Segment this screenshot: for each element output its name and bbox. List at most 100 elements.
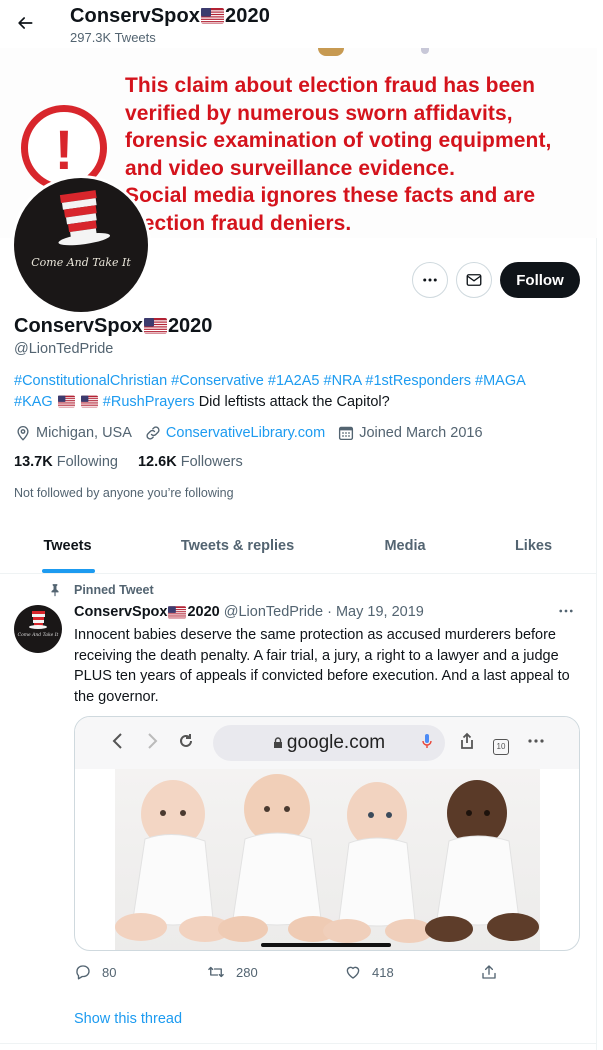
profile-tabs: Tweets Tweets & replies Media Likes bbox=[0, 518, 597, 574]
tweet-separator: · bbox=[327, 604, 332, 620]
home-indicator bbox=[261, 943, 391, 947]
pinned-label-text: Pinned Tweet bbox=[74, 583, 154, 597]
pin-icon bbox=[51, 584, 59, 597]
share-icon bbox=[459, 732, 475, 754]
share-button[interactable] bbox=[480, 963, 508, 981]
reply-icon bbox=[76, 965, 90, 980]
location: Michigan, USA bbox=[14, 424, 132, 442]
reply-button[interactable]: 80 bbox=[74, 963, 116, 981]
show-thread-link[interactable]: Show this thread bbox=[74, 1011, 182, 1027]
chevron-right-icon bbox=[145, 732, 159, 754]
following-count: 13.7K bbox=[14, 454, 53, 470]
tweet-author-handle[interactable]: @LionTedPride bbox=[224, 604, 323, 620]
location-pin-icon bbox=[17, 426, 29, 441]
avatar-caption: Come And Take It bbox=[31, 256, 131, 269]
location-text: Michigan, USA bbox=[36, 425, 132, 441]
heart-icon bbox=[346, 966, 360, 979]
retweet-button[interactable]: 280 bbox=[206, 963, 258, 981]
tweet-more-button[interactable] bbox=[557, 602, 575, 624]
active-tab-indicator bbox=[42, 569, 95, 573]
tweet-header: ConservSpox 2020 @LionTedPride · May 19,… bbox=[74, 604, 579, 620]
lock-icon bbox=[273, 737, 282, 748]
tweet-avatar[interactable]: Come And Take It bbox=[14, 605, 62, 653]
followers-label: Followers bbox=[180, 454, 243, 470]
profile-meta: Michigan, USA ConservativeLibrary.com Jo… bbox=[14, 424, 495, 442]
like-button[interactable]: 418 bbox=[344, 963, 394, 981]
profile-avatar[interactable]: Come And Take It bbox=[11, 175, 151, 315]
following-stat[interactable]: 13.7K Following bbox=[14, 454, 118, 470]
us-flag-icon bbox=[201, 8, 225, 24]
envelope-icon bbox=[466, 274, 482, 286]
warning-mark: ! bbox=[54, 118, 74, 181]
followers-stat[interactable]: 12.6K Followers bbox=[138, 454, 243, 470]
tweet-date[interactable]: May 19, 2019 bbox=[336, 604, 424, 620]
retweet-count: 280 bbox=[236, 964, 258, 980]
us-flag-icon bbox=[57, 395, 75, 407]
cat-hat-icon bbox=[58, 190, 111, 246]
us-flag-icon bbox=[143, 318, 167, 334]
profile-name: ConservSpox 2020 bbox=[14, 315, 212, 338]
more-button[interactable] bbox=[412, 262, 448, 298]
page-title-suffix: 2020 bbox=[225, 5, 270, 27]
babies-illustration bbox=[115, 774, 539, 943]
top-bar: ConservSpox 2020 297.3K Tweets bbox=[0, 0, 597, 48]
profile-name-suffix: 2020 bbox=[167, 315, 213, 337]
tweet-actions: 80 280 418 bbox=[74, 963, 504, 985]
join-date: Joined March 2016 bbox=[337, 424, 483, 442]
profile-handle: @LionTedPride bbox=[14, 341, 114, 357]
avatar-image: Come And Take It bbox=[14, 178, 148, 312]
tweet-text: Innocent babies deserve the same protect… bbox=[74, 627, 570, 705]
more-horizontal-icon bbox=[559, 609, 573, 613]
banner-decoration bbox=[318, 48, 344, 56]
banner-text: This claim about election fraud has been… bbox=[125, 74, 552, 235]
cat-hat-icon bbox=[29, 611, 47, 629]
calendar-icon bbox=[339, 426, 354, 441]
url-text: google.com bbox=[286, 732, 386, 753]
url-bar: google.com bbox=[213, 725, 445, 761]
profile-bio: #ConstitutionalChristian #Conservative #… bbox=[14, 371, 584, 412]
reply-count: 80 bbox=[102, 964, 117, 980]
back-button[interactable] bbox=[12, 10, 38, 36]
bio-hashtags[interactable]: #ConstitutionalChristian #Conservative #… bbox=[14, 373, 526, 389]
message-button[interactable] bbox=[456, 262, 492, 298]
tabs-icon: 10 bbox=[493, 733, 509, 755]
not-followed-note: Not followed by anyone you’re following bbox=[14, 486, 234, 500]
bio-hashtag-rush[interactable]: #RushPrayers bbox=[103, 394, 195, 410]
tweet-author-name[interactable]: ConservSpox bbox=[74, 604, 167, 620]
microphone-icon bbox=[422, 732, 432, 754]
link-icon bbox=[146, 426, 160, 440]
like-count: 418 bbox=[372, 964, 394, 980]
profile-stats: 13.7K Following 12.6K Followers bbox=[14, 454, 263, 470]
us-flag-icon bbox=[80, 395, 98, 407]
website-link[interactable]: ConservativeLibrary.com bbox=[166, 425, 325, 441]
reload-icon bbox=[177, 732, 195, 754]
bio-hashtag-kag[interactable]: #KAG bbox=[14, 394, 53, 410]
tab-count: 10 bbox=[493, 739, 509, 755]
followers-count: 12.6K bbox=[137, 454, 177, 470]
tab-tweets-replies[interactable]: Tweets & replies bbox=[135, 518, 340, 574]
browser-toolbar: google.com 10 bbox=[75, 717, 579, 769]
banner-decoration bbox=[421, 48, 429, 54]
tweet-divider bbox=[0, 1043, 597, 1044]
tweet-count: 297.3K Tweets bbox=[70, 30, 156, 45]
tweet-media[interactable]: google.com 10 bbox=[74, 716, 580, 951]
bio-text: Did leftists attack the Capitol? bbox=[198, 393, 390, 410]
retweet-icon bbox=[208, 966, 224, 978]
us-flag-icon bbox=[168, 605, 187, 619]
avatar-caption: Come And Take It bbox=[17, 633, 59, 638]
follow-button[interactable]: Follow bbox=[500, 262, 580, 298]
chevron-left-icon bbox=[111, 732, 125, 754]
website: ConservativeLibrary.com bbox=[144, 424, 325, 442]
page-title: ConservSpox 2020 bbox=[70, 5, 270, 28]
page-title-name: ConservSpox bbox=[70, 5, 201, 27]
profile-name-text: ConservSpox bbox=[14, 315, 143, 337]
tab-tweets[interactable]: Tweets bbox=[0, 518, 135, 574]
tab-media[interactable]: Media bbox=[340, 518, 470, 574]
join-date-text: Joined March 2016 bbox=[359, 425, 483, 441]
more-horizontal-icon bbox=[527, 732, 545, 754]
following-label: Following bbox=[56, 454, 118, 470]
babies-photo bbox=[115, 769, 540, 950]
tab-likes[interactable]: Likes bbox=[470, 518, 597, 574]
profile-column: ConservSpox 2020 297.3K Tweets ! This cla… bbox=[0, 0, 597, 1050]
share-icon bbox=[482, 965, 496, 979]
